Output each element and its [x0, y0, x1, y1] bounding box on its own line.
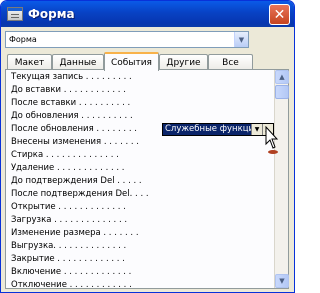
tab-layout[interactable]: Макет [7, 54, 52, 70]
object-selector-value: Форма [9, 35, 37, 44]
tab-all[interactable]: Все [208, 54, 253, 70]
tab-data[interactable]: Данные [52, 54, 104, 70]
vertical-scrollbar[interactable]: ▲ ▼ [274, 70, 289, 288]
events-panel: Текущая запись . . . . . . . . . До вста… [5, 69, 289, 289]
close-icon: ✕ [273, 6, 286, 23]
event-row-activate[interactable]: Включение . . . . . . . . . . . . . [11, 266, 161, 278]
event-row-dirty[interactable]: Внесены изменения . . . . . . . [11, 136, 161, 148]
event-row-after-del-confirm[interactable]: После подтверждения Del. . . . [11, 188, 161, 200]
event-row-open[interactable]: Открытие . . . . . . . . . . . . . [11, 201, 161, 213]
object-selector[interactable]: Форма ▼ [5, 31, 249, 48]
tab-events[interactable]: События [104, 52, 159, 71]
event-row-delete[interactable]: Удаление . . . . . . . . . . . . . [11, 162, 161, 174]
tab-strip: Макет Данные События Другие Все [5, 52, 289, 71]
event-row-close[interactable]: Закрытие . . . . . . . . . . . . . [11, 253, 161, 265]
event-row-deactivate[interactable]: Отключение . . . . . . . . . . . . [11, 279, 161, 288]
close-button[interactable]: ✕ [269, 4, 290, 25]
scroll-thumb[interactable] [275, 85, 289, 99]
event-row-after-insert[interactable]: После вставки . . . . . . . . . . [11, 97, 161, 109]
event-row-before-insert[interactable]: До вставки . . . . . . . . . . . . [11, 84, 161, 96]
form-icon [7, 7, 23, 21]
event-list: Текущая запись . . . . . . . . . До вста… [6, 70, 274, 288]
event-row-current[interactable]: Текущая запись . . . . . . . . . [11, 71, 161, 83]
event-value-field[interactable]: Служебные функции ▼ ... [162, 123, 274, 136]
event-row-resize[interactable]: Изменение размера . . . . . . . [11, 227, 161, 239]
event-row-load[interactable]: Загрузка . . . . . . . . . . . . . . [11, 214, 161, 226]
arrow-down-icon[interactable]: ▼ [275, 274, 289, 288]
chevron-down-icon[interactable]: ▼ [234, 32, 248, 47]
event-row-undo[interactable]: Стирка . . . . . . . . . . . . . . [11, 149, 161, 161]
event-row-before-update[interactable]: До обновления . . . . . . . . . . [11, 110, 161, 122]
window-title: Форма [28, 7, 75, 21]
arrow-up-icon[interactable]: ▲ [275, 70, 289, 84]
event-row-after-update[interactable]: После обновления . . . . . . . . [11, 123, 161, 135]
event-value-text: Служебные функции [163, 124, 251, 135]
event-row-before-del-confirm[interactable]: До подтверждения Del . . . . . [11, 175, 161, 187]
tab-other[interactable]: Другие [159, 54, 208, 70]
property-sheet-window: Форма ✕ Форма ▼ Макет Данные События Дру… [0, 0, 295, 293]
event-row-unload[interactable]: Выгрузка. . . . . . . . . . . . . . [11, 240, 161, 252]
mouse-pointer-icon [265, 126, 279, 154]
chevron-down-icon[interactable]: ▼ [251, 124, 262, 135]
title-bar[interactable]: Форма ✕ [1, 1, 294, 27]
